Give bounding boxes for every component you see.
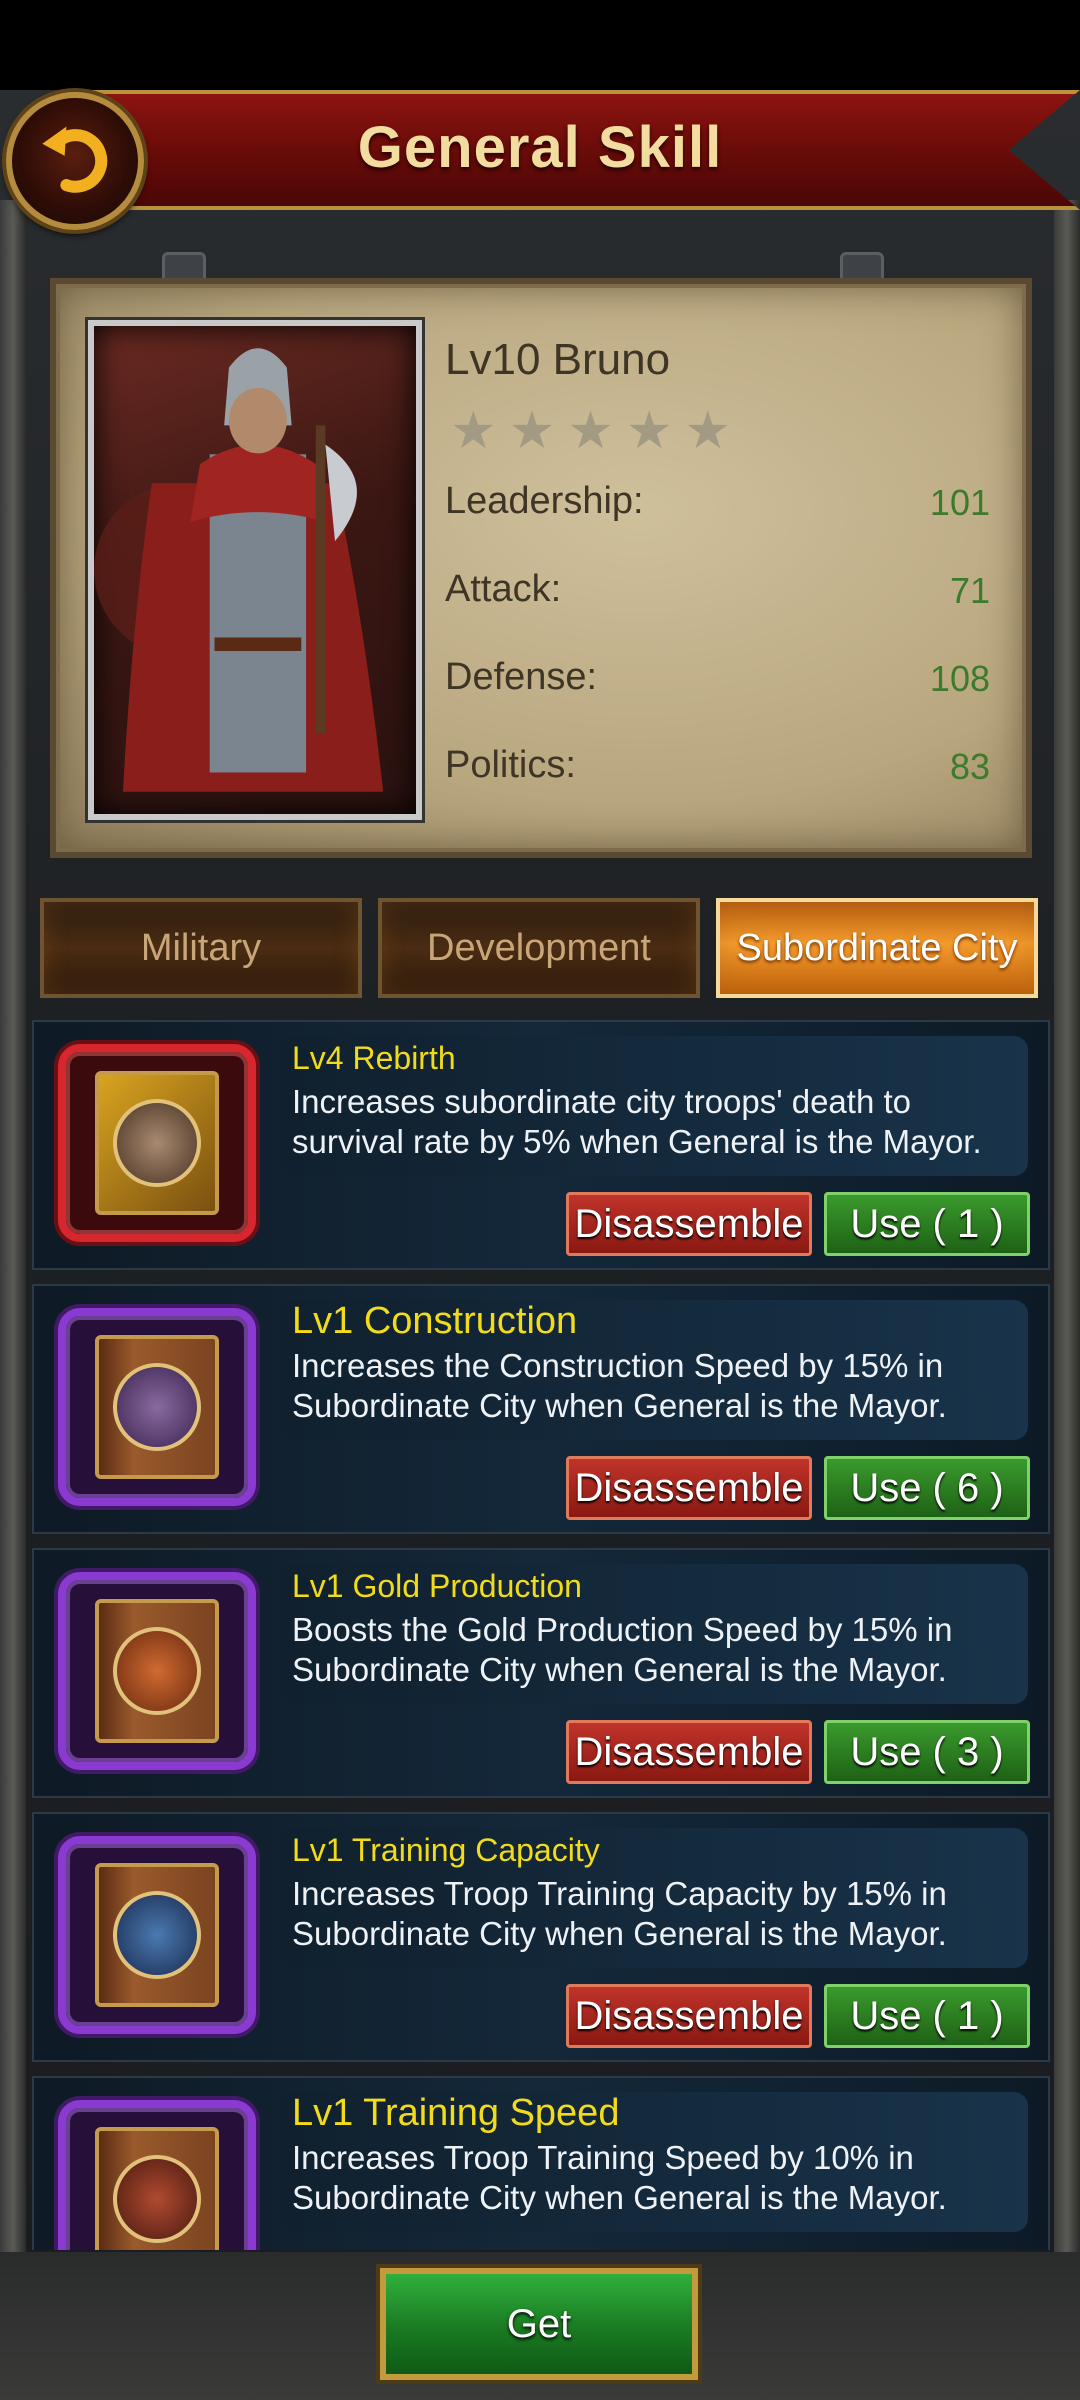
training-speed-book-icon[interactable] <box>58 2100 256 2250</box>
stat-label-attack: Attack: <box>445 568 562 610</box>
get-button[interactable]: Get <box>380 2268 698 2380</box>
star-icon: ★ <box>625 402 673 460</box>
training-capacity-book-icon[interactable] <box>58 1836 256 2034</box>
star-icon: ★ <box>684 402 732 460</box>
general-figure-icon <box>94 348 384 792</box>
stat-value-attack: 71 <box>949 570 990 611</box>
tab-development[interactable]: Development <box>378 898 700 998</box>
disassemble-button[interactable]: Disassemble <box>566 1192 812 1256</box>
stat-label-leadership: Leadership: <box>445 480 644 522</box>
general-name: Lv10 Bruno <box>445 335 671 384</box>
left-pillar <box>0 200 26 2400</box>
skill-list[interactable]: Lv4 Rebirth Increases subordinate city t… <box>32 1020 1050 2250</box>
stat-label-politics: Politics: <box>445 744 576 786</box>
use-button[interactable]: Use ( 1 ) <box>824 1984 1030 2048</box>
star-icon: ★ <box>567 402 614 460</box>
right-pillar <box>1054 200 1080 2400</box>
rebirth-book-icon[interactable] <box>58 1044 256 1242</box>
construction-book-icon[interactable] <box>58 1308 256 1506</box>
use-button[interactable]: Use ( 3 ) <box>824 1720 1030 1784</box>
skill-row: Lv1 Training Speed Increases Troop Train… <box>32 2076 1050 2250</box>
disassemble-button[interactable]: Disassemble <box>566 1984 812 2048</box>
skill-name: Lv1 Construction <box>292 1300 578 1342</box>
page-title: General Skill <box>357 115 723 180</box>
stat-label-defense: Defense: <box>445 656 598 698</box>
use-button[interactable]: Use ( 1 ) <box>824 1192 1030 1256</box>
stat-value-defense: 108 <box>929 658 990 699</box>
stat-value-leadership: 101 <box>929 482 990 523</box>
disassemble-button[interactable]: Disassemble <box>566 1456 812 1520</box>
skill-description: Increases Troop Training Capacity by 15%… <box>292 1875 947 1952</box>
general-portrait <box>88 320 422 820</box>
skill-row: Lv1 Construction Increases the Construct… <box>32 1284 1050 1534</box>
skill-row: Lv4 Rebirth Increases subordinate city t… <box>32 1020 1050 1270</box>
gold-production-book-icon[interactable] <box>58 1572 256 1770</box>
skill-name: Lv1 Gold Production <box>292 1568 582 1604</box>
skill-name: Lv1 Training Speed <box>292 2092 620 2134</box>
stat-value-politics: 83 <box>949 746 990 787</box>
skill-description: Increases subordinate city troops' death… <box>292 1083 982 1160</box>
tab-subordinate-city[interactable]: Subordinate City <box>716 898 1038 998</box>
skill-name: Lv1 Training Capacity <box>292 1832 600 1868</box>
back-arrow-icon <box>42 126 108 193</box>
skill-row: Lv1 Training Capacity Increases Troop Tr… <box>32 1812 1050 2062</box>
tab-military[interactable]: Military <box>40 898 362 998</box>
disassemble-button[interactable]: Disassemble <box>566 1720 812 1784</box>
skill-description: Boosts the Gold Production Speed by 15% … <box>292 1611 953 1688</box>
back-button[interactable] <box>6 92 144 230</box>
skill-row: Lv1 Gold Production Boosts the Gold Prod… <box>32 1548 1050 1798</box>
star-rating: ★ ★ ★ ★ ★ <box>450 405 731 457</box>
use-button[interactable]: Use ( 6 ) <box>824 1456 1030 1520</box>
star-icon: ★ <box>450 402 497 460</box>
skill-description: Increases the Construction Speed by 15% … <box>292 1347 947 1424</box>
skill-name: Lv4 Rebirth <box>292 1040 456 1076</box>
star-icon: ★ <box>508 402 556 460</box>
skill-description: Increases Troop Training Speed by 10% in… <box>292 2139 947 2216</box>
